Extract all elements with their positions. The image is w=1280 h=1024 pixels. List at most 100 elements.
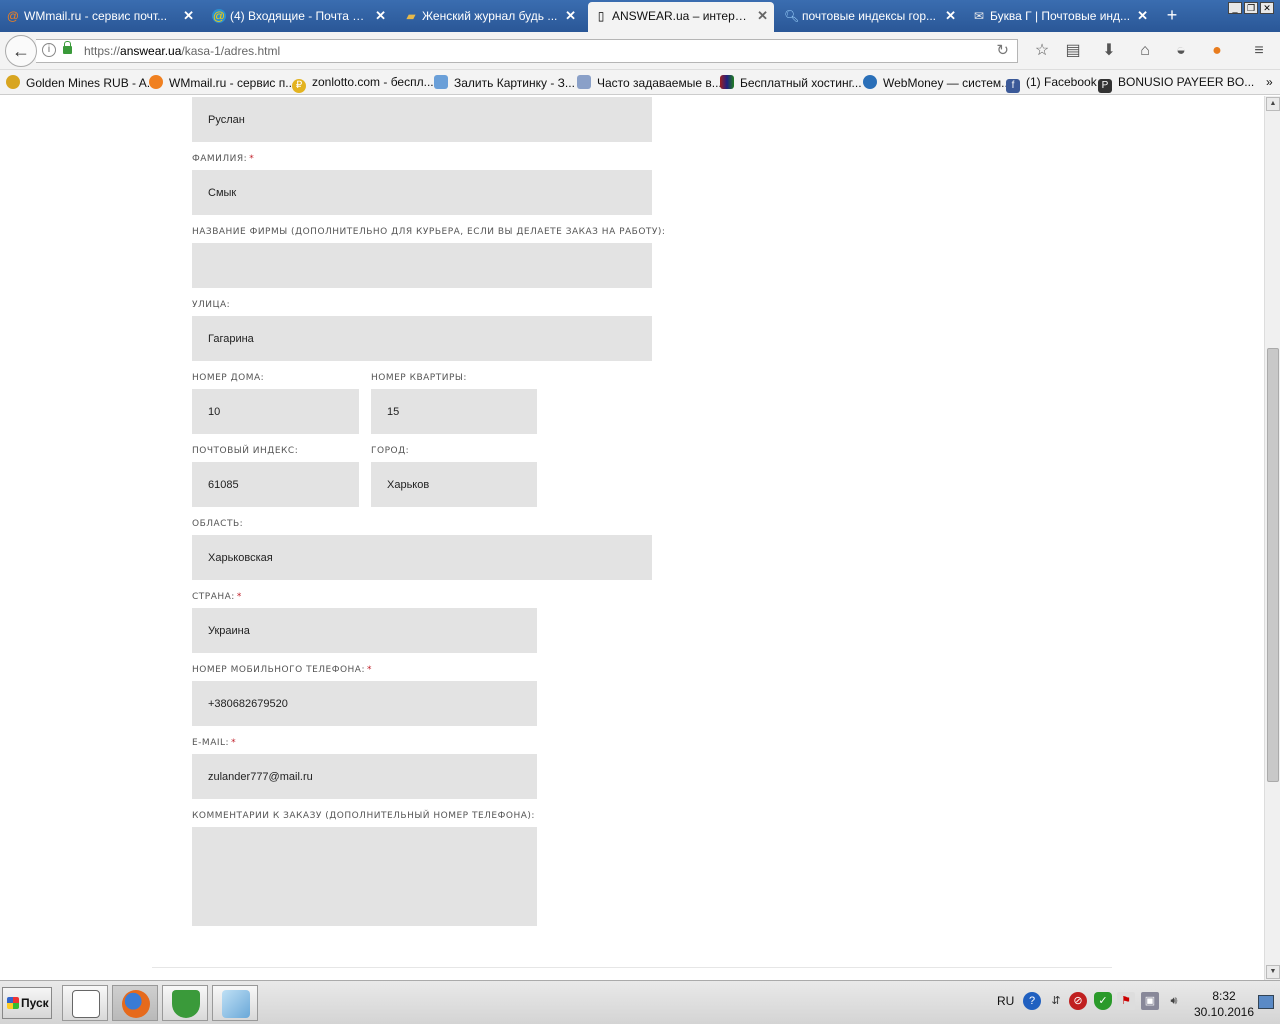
close-icon[interactable]: ✕ xyxy=(757,2,768,30)
sync-icon[interactable]: ● xyxy=(1207,41,1227,61)
email-field[interactable] xyxy=(192,754,537,799)
help-icon[interactable]: ? xyxy=(1023,992,1041,1010)
home-icon[interactable]: ⌂ xyxy=(1135,41,1155,61)
network-icon[interactable]: ▣ xyxy=(1141,992,1159,1010)
restore-button[interactable]: ❐ xyxy=(1244,2,1258,14)
tab-wmmail[interactable]: @ WMmail.ru - сервис почт... ✕ xyxy=(0,2,200,32)
close-icon[interactable]: ✕ xyxy=(945,2,956,30)
bookmark-star-icon[interactable]: ☆ xyxy=(1032,41,1052,61)
postcode-label: Почтовый индекс: xyxy=(192,446,299,456)
tab-label: ANSWEAR.ua – интерне... xyxy=(612,9,752,23)
notepad-icon xyxy=(222,990,250,1018)
download-icon[interactable]: ⬇ xyxy=(1099,41,1119,61)
magazine-icon: ▰ xyxy=(406,9,416,23)
pocket-icon[interactable]: ◒ xyxy=(1171,41,1191,61)
street-field[interactable] xyxy=(192,316,652,361)
tab-label: WMmail.ru - сервис почт... xyxy=(24,9,168,23)
reload-icon[interactable]: ↻ xyxy=(996,41,1009,59)
document-icon xyxy=(72,990,100,1018)
country-label: Страна: * xyxy=(192,592,242,602)
clock-time[interactable]: 8:32 xyxy=(1200,989,1248,1003)
apartment-field[interactable] xyxy=(371,389,537,434)
checkout-address-page: Фамилия:* Название фирмы (дополнительно … xyxy=(0,96,1264,980)
back-button[interactable]: ← xyxy=(5,35,37,67)
bookmark-item[interactable]: Бесплатный хостинг... xyxy=(720,75,862,90)
tab-mail[interactable]: @ (4) Входящие - Почта M... ✕ xyxy=(206,2,392,32)
payeer-icon: P xyxy=(1098,79,1112,93)
last-name-field[interactable] xyxy=(192,170,652,215)
hosting-icon xyxy=(720,75,734,89)
faq-icon xyxy=(577,75,591,89)
close-icon[interactable]: ✕ xyxy=(375,2,386,30)
tab-magazine[interactable]: ▰ Женский журнал будь ... ✕ xyxy=(398,2,582,32)
house-number-field[interactable] xyxy=(192,389,359,434)
language-indicator[interactable]: RU xyxy=(997,994,1014,1008)
search-icon: 🔍︎ xyxy=(784,9,800,23)
volume-icon[interactable]: 🔊︎ xyxy=(1165,992,1183,1010)
reading-list-icon[interactable]: ▤ xyxy=(1063,41,1083,61)
scroll-up-arrow-icon[interactable]: ▲ xyxy=(1266,97,1280,111)
tab-label: Буква Г | Почтовые инд... xyxy=(990,9,1131,23)
scroll-thumb[interactable] xyxy=(1267,348,1279,782)
phone-field[interactable] xyxy=(192,681,537,726)
bookmark-item[interactable]: f (1) Facebook xyxy=(1006,75,1097,93)
new-tab-button[interactable]: + xyxy=(1162,4,1182,26)
scroll-down-arrow-icon[interactable]: ▼ xyxy=(1266,965,1280,979)
city-label: Город: xyxy=(371,446,410,456)
first-name-field[interactable] xyxy=(192,97,652,142)
taskbar-item-notepad[interactable] xyxy=(212,985,258,1021)
windows-taskbar: Пуск RU ? ⇵ ⊘ ✓ ⚑ ▣ 🔊︎ 8:32 30.10.2016 xyxy=(0,980,1280,1024)
comments-field[interactable] xyxy=(192,827,537,926)
tab-postcodes[interactable]: 🔍︎ почтовые индексы гор... ✕ xyxy=(778,2,962,32)
menu-icon[interactable]: ≡ xyxy=(1249,41,1269,61)
antivirus-icon[interactable]: ⊘ xyxy=(1069,992,1087,1010)
close-icon[interactable]: ✕ xyxy=(1137,2,1148,30)
bookmark-item[interactable]: ₽ zonlotto.com - беспл... xyxy=(292,75,434,93)
bookmark-item[interactable]: WMmail.ru - сервис п... xyxy=(149,75,295,90)
company-field[interactable] xyxy=(192,243,652,288)
tray-expand-icon[interactable]: ⇵ xyxy=(1047,992,1065,1010)
action-center-flag-icon[interactable]: ⚑ xyxy=(1117,992,1135,1010)
bookmark-item[interactable]: WebMoney — систем... xyxy=(863,75,1011,90)
close-window-button[interactable]: ✕ xyxy=(1260,2,1274,14)
security-shield-icon[interactable]: ✓ xyxy=(1094,992,1112,1010)
tab-label: Женский журнал будь ... xyxy=(422,9,558,23)
phone-label: Номер мобильного телефона: * xyxy=(192,665,373,675)
apartment-label: Номер квартиры: xyxy=(371,373,467,383)
ruble-icon: ₽ xyxy=(292,79,306,93)
wmmail-icon xyxy=(149,75,163,89)
info-icon[interactable]: i xyxy=(42,43,56,57)
lock-icon xyxy=(63,41,72,54)
at-icon: @ xyxy=(6,9,20,23)
bookmark-item[interactable]: P BONUSIO PAYEER BO... xyxy=(1098,75,1254,93)
tab-bukva[interactable]: ✉ Буква Г | Почтовые инд... ✕ xyxy=(966,2,1154,32)
taskbar-item-document[interactable] xyxy=(62,985,108,1021)
region-field[interactable] xyxy=(192,535,652,580)
page-scrollbar[interactable]: ▲ ▼ xyxy=(1264,96,1280,980)
close-icon[interactable]: ✕ xyxy=(565,2,576,30)
start-button[interactable]: Пуск xyxy=(2,987,52,1019)
show-desktop-button[interactable] xyxy=(1258,995,1274,1009)
taskbar-item-firefox[interactable] xyxy=(112,985,158,1021)
taskbar-item-vpn[interactable] xyxy=(162,985,208,1021)
country-field[interactable] xyxy=(192,608,537,653)
close-icon[interactable]: ✕ xyxy=(183,2,194,30)
url-text[interactable]: https://answear.ua/kasa-1/adres.html xyxy=(84,44,280,58)
address-bar[interactable]: i https://answear.ua/kasa-1/adres.html ↻ xyxy=(36,39,1018,63)
bookmark-item[interactable]: Часто задаваемые в... xyxy=(577,75,722,90)
city-field[interactable] xyxy=(371,462,537,507)
minimize-button[interactable]: _ xyxy=(1228,2,1242,14)
bookmark-item[interactable]: Golden Mines RUB - A... xyxy=(6,75,157,90)
divider xyxy=(152,967,1112,968)
mail-icon: @ xyxy=(212,9,226,23)
last-name-label: Фамилия: * xyxy=(192,154,255,164)
arrow-left-icon: ← xyxy=(12,41,30,61)
tab-strip: @ WMmail.ru - сервис почт... ✕ @ (4) Вхо… xyxy=(0,0,1280,32)
bookmark-item[interactable]: Залить Картинку - З... xyxy=(434,75,575,90)
tab-answear[interactable]: ▯ ANSWEAR.ua – интерне... ✕ xyxy=(588,2,774,32)
clock-date[interactable]: 30.10.2016 xyxy=(1192,1005,1256,1019)
vpn-shield-icon xyxy=(172,990,200,1018)
tab-label: почтовые индексы гор... xyxy=(802,9,937,23)
more-bookmarks-chevron-icon[interactable]: » xyxy=(1266,75,1273,89)
postcode-field[interactable] xyxy=(192,462,359,507)
